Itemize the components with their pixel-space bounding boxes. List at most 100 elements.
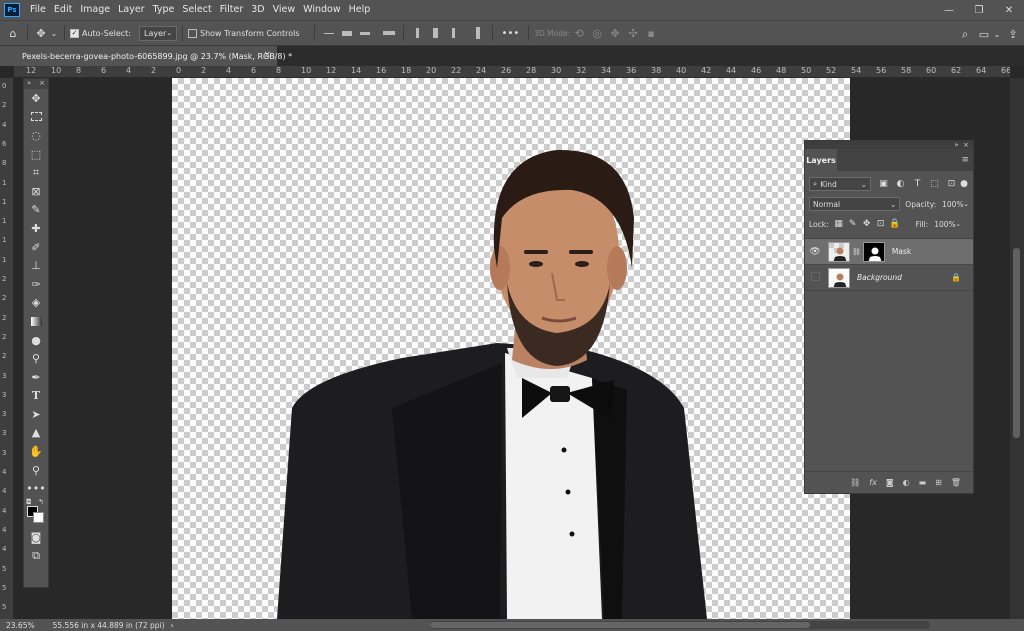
new-layer-icon[interactable]: ⊞ (935, 478, 942, 487)
history-brush-tool-icon[interactable]: ✑ (24, 275, 48, 294)
opacity-field[interactable]: 100% (939, 197, 963, 211)
workspace-chevron-icon[interactable]: ⌄ (992, 24, 1002, 44)
close-tab-icon[interactable]: × (263, 50, 271, 60)
menu-help[interactable]: Help (345, 0, 375, 20)
move-tool-icon[interactable]: ✥ (24, 89, 48, 108)
lock-pixels-icon[interactable]: ✎ (846, 219, 860, 229)
move-tool-icon[interactable]: ✥ (33, 23, 49, 43)
layer-mask-thumbnail[interactable] (862, 241, 885, 262)
blur-tool-icon[interactable]: ● (24, 331, 48, 350)
layer-thumbnail[interactable] (828, 267, 850, 288)
collapse-icon[interactable]: » (27, 79, 31, 89)
clone-stamp-tool-icon[interactable]: ⊥ (24, 256, 48, 275)
path-selection-tool-icon[interactable]: ➤ (24, 405, 48, 424)
menu-window[interactable]: Window (299, 0, 344, 20)
lock-all-icon[interactable]: 🔒 (888, 219, 902, 229)
align-horizontal-center-icon[interactable] (429, 27, 443, 39)
frame-tool-icon[interactable]: ⊠ (24, 182, 48, 201)
marquee-tool-icon[interactable] (24, 108, 48, 127)
edit-toolbar-icon[interactable]: ••• (24, 479, 48, 498)
delete-layer-icon[interactable]: 🗑 (951, 478, 961, 487)
menu-layer[interactable]: Layer (114, 0, 149, 20)
3d-slide-icon[interactable]: ✣ (624, 23, 642, 43)
align-vertical-center-icon[interactable] (340, 27, 354, 39)
menu-filter[interactable]: Filter (216, 0, 248, 20)
brush-tool-icon[interactable]: ✐ (24, 238, 48, 257)
document-tab[interactable]: Pexels-becerra-govea-photo-6065899.jpg @… (0, 46, 292, 66)
home-icon[interactable]: ⌂ (4, 23, 22, 43)
hand-tool-icon[interactable]: ✋ (24, 442, 48, 461)
filter-type-icon[interactable]: T (909, 179, 926, 189)
new-group-icon[interactable]: ▬ (919, 478, 927, 487)
background-color-swatch[interactable] (33, 512, 44, 524)
3d-scale-icon[interactable]: ▪ (642, 23, 660, 43)
menu-3d[interactable]: 3D (247, 0, 268, 20)
adjustment-layer-icon[interactable]: ◐ (903, 478, 910, 487)
object-selection-tool-icon[interactable]: ⬚ (24, 145, 48, 164)
layers-panel-header[interactable]: » × (805, 141, 973, 149)
healing-brush-tool-icon[interactable]: ✚ (24, 219, 48, 238)
auto-select-target-dropdown[interactable]: Layer ⌄ (138, 25, 177, 41)
search-icon[interactable]: ⌕ (954, 24, 976, 44)
minimize-button[interactable]: — (934, 0, 964, 20)
add-mask-icon[interactable]: ◙ (886, 478, 894, 487)
swap-colors-icon[interactable]: ↰ (38, 498, 44, 506)
ruler-vertical[interactable]: 0 2 4 6 8 1 1 1 1 1 2 2 2 2 2 3 3 3 3 3 4 4 4 4 4 5 5 5 (0, 78, 14, 619)
scrollbar-thumb[interactable] (1013, 248, 1020, 438)
document-canvas[interactable] (172, 78, 850, 619)
tab-layers[interactable]: Layers (805, 149, 837, 171)
visibility-eye-icon[interactable]: 👁 (805, 247, 825, 257)
layer-style-icon[interactable]: fx (869, 478, 877, 487)
lasso-tool-icon[interactable]: ◌ (24, 126, 48, 145)
menu-view[interactable]: View (269, 0, 300, 20)
panel-menu-icon[interactable]: ≡ (961, 155, 969, 165)
lock-position-icon[interactable]: ✥ (860, 219, 874, 229)
distribute-icon[interactable] (382, 27, 396, 39)
vertical-scrollbar[interactable] (1010, 78, 1024, 619)
align-right-icon[interactable] (447, 27, 461, 39)
lock-artboard-icon[interactable]: ⊡ (874, 219, 888, 229)
layer-row-mask[interactable]: 👁 ⛓ Mask (805, 239, 973, 265)
filter-toggle-icon[interactable]: ● (960, 179, 968, 189)
eraser-tool-icon[interactable]: ◈ (24, 294, 48, 313)
filter-shape-icon[interactable]: ⬚ (926, 179, 943, 189)
filter-pixel-icon[interactable]: ▣ (875, 179, 892, 189)
crop-tool-icon[interactable]: ⌗ (24, 163, 48, 182)
eyedropper-tool-icon[interactable]: ✎ (24, 201, 48, 220)
menu-file[interactable]: File (26, 0, 50, 20)
link-layers-icon[interactable]: ⛓ (850, 478, 860, 487)
close-window-button[interactable]: ✕ (994, 0, 1024, 20)
align-bottom-icon[interactable] (358, 27, 372, 39)
collapse-icon[interactable]: » × (954, 141, 969, 149)
more-options-button[interactable]: ••• (502, 28, 520, 39)
scrollbar-thumb[interactable] (430, 622, 810, 628)
filter-smart-object-icon[interactable]: ⊡ (943, 179, 960, 189)
chevron-down-icon[interactable]: ⌄ (955, 220, 961, 228)
lock-transparency-icon[interactable]: ▦ (832, 219, 846, 229)
shape-tool-icon[interactable]: ▲ (24, 424, 48, 443)
chevron-down-icon[interactable]: ⌄ (963, 200, 969, 208)
close-panel-icon[interactable]: × (39, 79, 45, 89)
screen-mode-icon[interactable]: ⧉ (24, 547, 48, 566)
align-top-icon[interactable] (322, 27, 336, 39)
layer-row-background[interactable]: Background 🔒 (805, 265, 973, 291)
blend-mode-dropdown[interactable]: Normal ⌄ (809, 197, 901, 211)
tool-preset-chevron-icon[interactable]: ⌄ (49, 23, 59, 43)
mask-link-icon[interactable]: ⛓ (852, 248, 861, 256)
workspace-icon[interactable]: ▭ (976, 24, 992, 44)
status-menu-arrow-icon[interactable]: › (171, 621, 174, 630)
filter-kind-dropdown[interactable]: ⌕ Kind ⌄ (809, 177, 871, 191)
toolbar-header[interactable]: » × (24, 79, 48, 89)
3d-pan-icon[interactable]: ✥ (606, 23, 624, 43)
type-tool-icon[interactable]: T (24, 387, 48, 406)
menu-select[interactable]: Select (178, 0, 215, 20)
fill-field[interactable]: 100% (931, 217, 955, 231)
gradient-tool-icon[interactable] (24, 312, 48, 331)
quick-mask-icon[interactable]: ◙ (24, 528, 48, 547)
menu-image[interactable]: Image (76, 0, 114, 20)
default-colors-icon[interactable]: ◘ (26, 498, 32, 506)
align-left-icon[interactable] (411, 27, 425, 39)
zoom-tool-icon[interactable]: ⚲ (24, 461, 48, 480)
menu-edit[interactable]: Edit (50, 0, 76, 20)
ruler-horizontal[interactable]: 12 10 8 6 4 2 0 2 4 6 8 10 12 14 16 18 20 22 24 26 28 30 32 34 3… (14, 66, 1010, 78)
